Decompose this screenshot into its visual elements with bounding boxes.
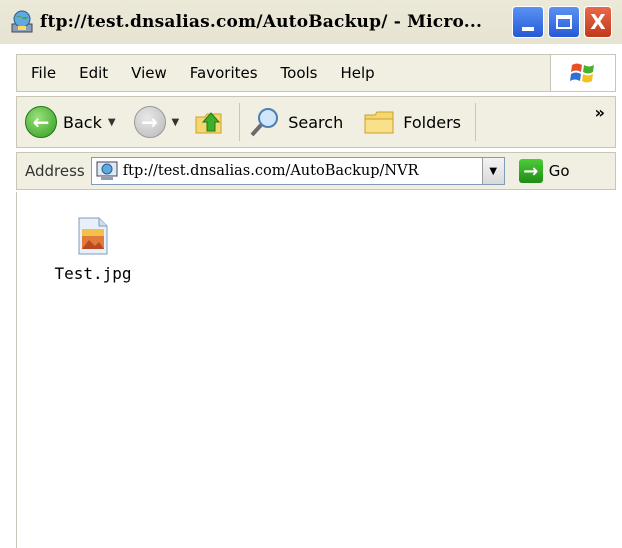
address-input[interactable]: ftp://test.dnsalias.com/AutoBackup/NVR ▼ bbox=[90, 157, 505, 185]
go-arrow-icon: → bbox=[518, 159, 543, 183]
ftp-site-icon bbox=[95, 160, 119, 182]
close-button[interactable]: X bbox=[584, 6, 612, 38]
search-button[interactable]: Search bbox=[248, 105, 343, 139]
go-label: Go bbox=[548, 162, 570, 180]
file-name: Test.jpg bbox=[54, 264, 132, 283]
menu-favorites[interactable]: Favorites bbox=[180, 64, 271, 82]
up-folder-icon bbox=[195, 112, 222, 134]
folders-label: Folders bbox=[403, 112, 461, 132]
back-dropdown-icon[interactable]: ▼ bbox=[108, 117, 116, 128]
file-list-pane: Test.jpg bbox=[16, 192, 622, 548]
minimize-icon bbox=[522, 27, 534, 31]
jpg-file-icon bbox=[77, 216, 109, 256]
menu-help[interactable]: Help bbox=[331, 64, 388, 82]
back-arrow-icon: ← bbox=[25, 106, 57, 138]
file-item[interactable]: Test.jpg bbox=[41, 216, 145, 283]
ftp-explorer-window: ftp://test.dnsalias.com/AutoBackup/ - Mi… bbox=[0, 0, 622, 548]
address-dropdown-icon[interactable]: ▼ bbox=[481, 158, 504, 184]
search-label: Search bbox=[288, 112, 344, 132]
caption-buttons: X bbox=[512, 6, 612, 38]
toolbar-separator bbox=[239, 103, 241, 141]
address-bar: Address ftp://test.dnsalias.com/AutoBack… bbox=[16, 152, 616, 190]
toolbar-overflow-chevron-icon[interactable]: » bbox=[595, 103, 605, 122]
back-label: Back bbox=[63, 112, 102, 132]
minimize-button[interactable] bbox=[512, 6, 544, 38]
address-label: Address bbox=[25, 162, 85, 180]
back-button[interactable]: ← Back ▼ bbox=[25, 106, 116, 138]
address-value[interactable]: ftp://test.dnsalias.com/AutoBackup/NVR bbox=[123, 163, 475, 179]
menu-edit[interactable]: Edit bbox=[69, 64, 121, 82]
maximize-icon bbox=[556, 15, 572, 29]
menu-file[interactable]: File bbox=[17, 64, 69, 82]
folders-button[interactable]: Folders bbox=[363, 107, 461, 137]
window-title: ftp://test.dnsalias.com/AutoBackup/ - Mi… bbox=[40, 12, 483, 32]
toolbar-separator-2 bbox=[475, 103, 476, 141]
ftp-globe-icon bbox=[8, 8, 36, 36]
standard-toolbar: ← Back ▼ → ▼ Search Folders » bbox=[16, 96, 616, 148]
up-folder-button[interactable] bbox=[193, 105, 227, 139]
menu-bar: File Edit View Favorites Tools Help bbox=[16, 54, 616, 92]
folders-icon bbox=[364, 111, 394, 134]
search-icon bbox=[250, 108, 279, 137]
forward-dropdown-icon[interactable]: ▼ bbox=[172, 117, 180, 128]
go-button[interactable]: → Go bbox=[518, 159, 570, 183]
close-icon: X bbox=[590, 10, 606, 34]
maximize-button[interactable] bbox=[548, 6, 580, 38]
menu-tools[interactable]: Tools bbox=[271, 64, 331, 82]
forward-button[interactable]: → ▼ bbox=[133, 106, 180, 138]
title-bar[interactable]: ftp://test.dnsalias.com/AutoBackup/ - Mi… bbox=[0, 0, 622, 44]
menu-view[interactable]: View bbox=[121, 64, 180, 82]
forward-arrow-icon: → bbox=[133, 106, 166, 138]
windows-logo-icon bbox=[550, 55, 615, 91]
